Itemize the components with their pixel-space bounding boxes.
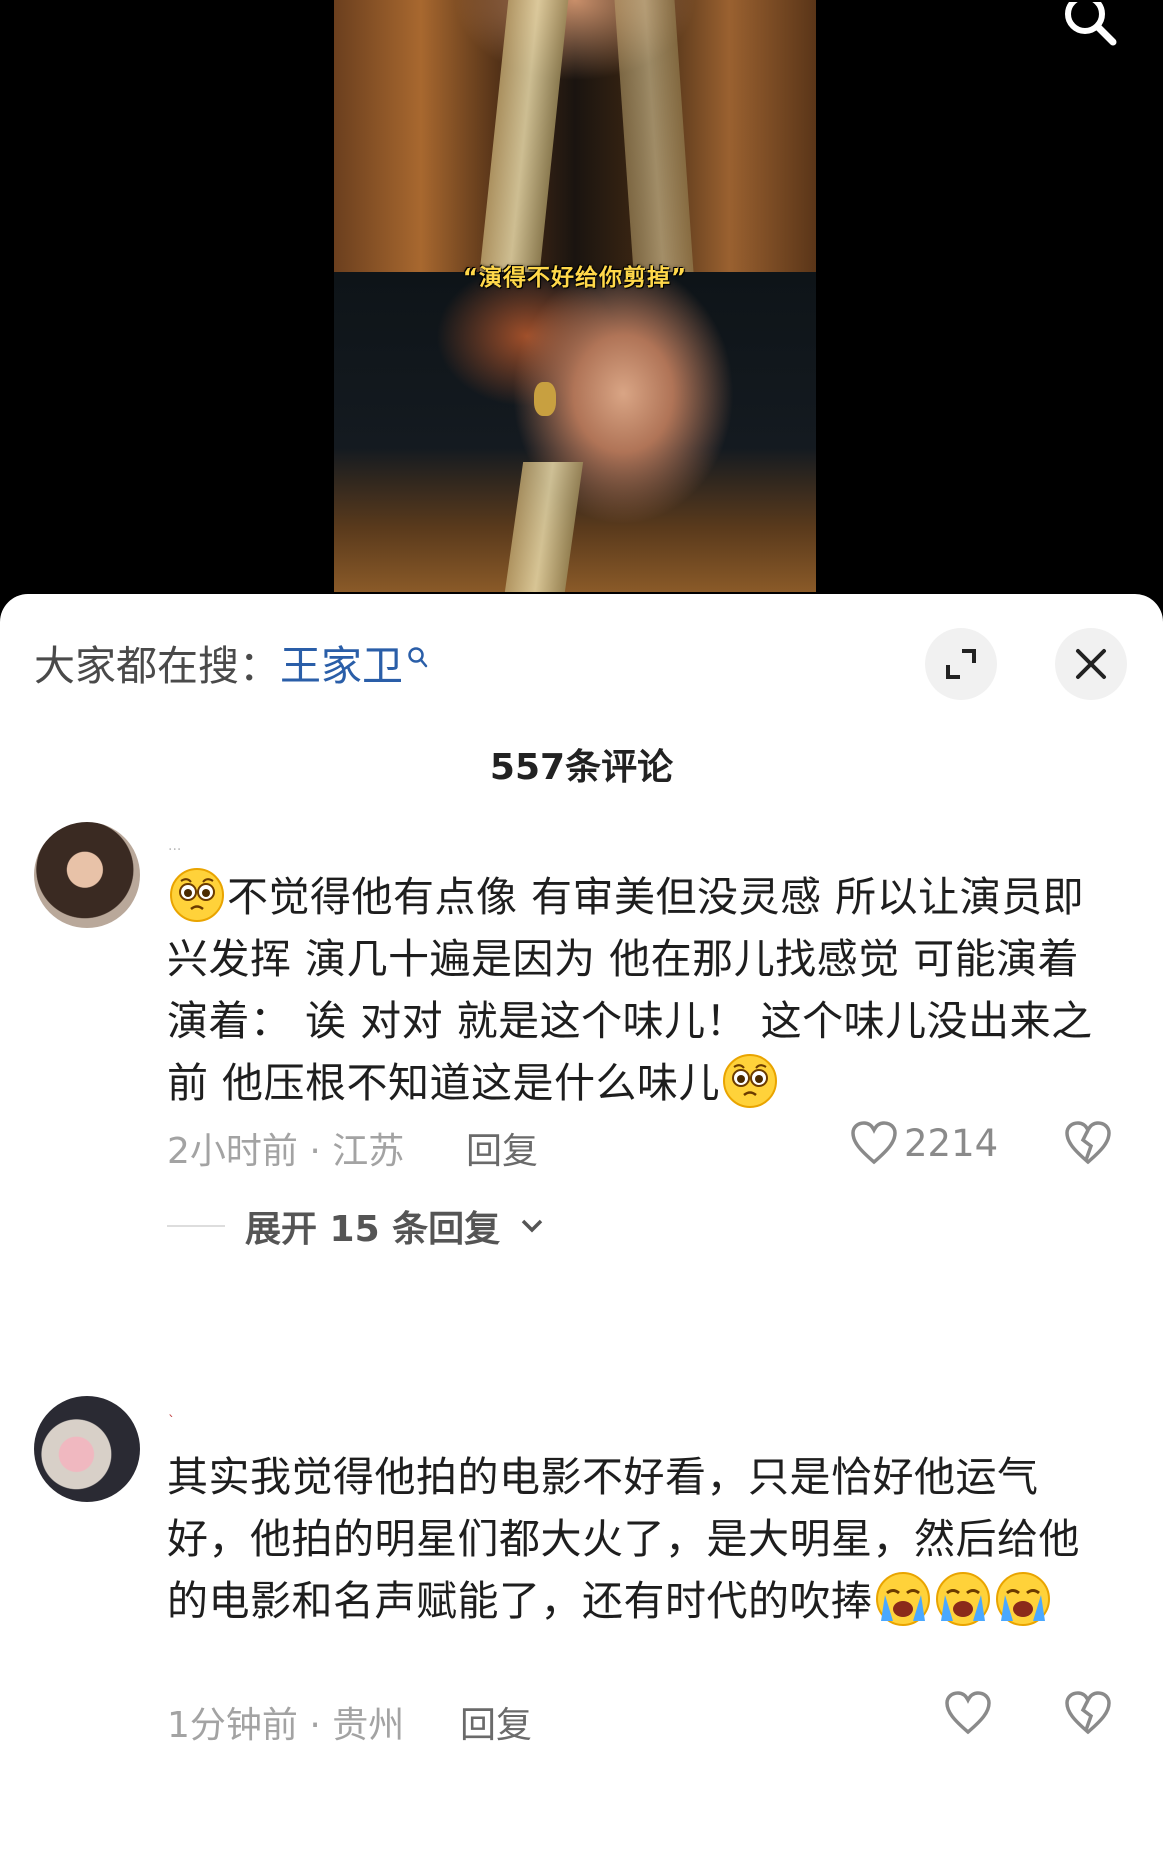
loudly-crying-face-icon: [935, 1571, 991, 1627]
comment-time-location: 2小时前 · 江苏: [167, 1131, 405, 1172]
reply-button[interactable]: 回复: [460, 1696, 532, 1748]
comment-body: 不觉得他有点像 有审美但没灵感 所以让演员即兴发挥 演几十遍是因为 他在那儿找感…: [167, 873, 1093, 1107]
heart-icon: [851, 1121, 897, 1165]
expand-icon: [946, 649, 976, 679]
like-button[interactable]: 2214: [850, 1120, 998, 1166]
loudly-crying-face-icon: [875, 1571, 931, 1627]
comment-username[interactable]: ...: [168, 838, 181, 854]
close-panel-button[interactable]: [1055, 628, 1127, 700]
expand-replies[interactable]: 展开 15 条回复: [167, 1200, 544, 1252]
expand-panel-button[interactable]: [925, 628, 997, 700]
video-frame-bottom: [334, 272, 816, 592]
pleading-face-icon: [722, 1053, 778, 1109]
comment-username[interactable]: `: [168, 1414, 175, 1430]
comment-text: 其实我觉得他拍的电影不好看，只是恰好他运气好，他拍的明星们都大火了，是大明星，然…: [167, 1446, 1097, 1632]
reply-button[interactable]: 回复: [466, 1122, 538, 1174]
like-count: 2214: [904, 1121, 999, 1165]
comment-count-title: 557条评论: [489, 747, 674, 788]
divider-line: [167, 1225, 225, 1227]
video-frame-top: [334, 0, 816, 272]
heart-icon: [945, 1691, 991, 1735]
broken-heart-icon: [1065, 1121, 1111, 1165]
search-small-icon: [407, 632, 429, 680]
close-icon: [1076, 649, 1106, 679]
avatar[interactable]: [34, 1396, 140, 1502]
search-icon[interactable]: [1063, 0, 1119, 46]
pleading-face-icon: [169, 867, 225, 923]
broken-heart-icon: [1065, 1691, 1111, 1735]
video-player[interactable]: “演得不好给你剪掉”: [0, 0, 1163, 600]
comment-time-location: 1分钟前 · 贵州: [167, 1705, 405, 1746]
video-subtitle: “演得不好给你剪掉”: [462, 265, 688, 291]
dislike-button[interactable]: [1064, 1120, 1112, 1170]
trending-search-prefix: 大家都在搜：: [34, 642, 280, 690]
comment-text: 不觉得他有点像 有审美但没灵感 所以让演员即兴发挥 演几十遍是因为 他在那儿找感…: [167, 866, 1097, 1114]
like-button[interactable]: [944, 1690, 992, 1736]
trending-search-keyword[interactable]: 王家卫: [280, 642, 403, 690]
chevron-down-icon: [521, 1219, 543, 1233]
avatar[interactable]: [34, 822, 140, 928]
loudly-crying-face-icon: [995, 1571, 1051, 1627]
comment-panel: 大家都在搜：王家卫 557条评论 ... 不觉得他有点像 有审美但没灵感 所以让…: [0, 594, 1163, 1868]
dislike-button[interactable]: [1064, 1690, 1112, 1740]
expand-replies-label: 展开 15 条回复: [245, 1209, 501, 1250]
trending-search[interactable]: 大家都在搜：王家卫: [34, 632, 429, 692]
